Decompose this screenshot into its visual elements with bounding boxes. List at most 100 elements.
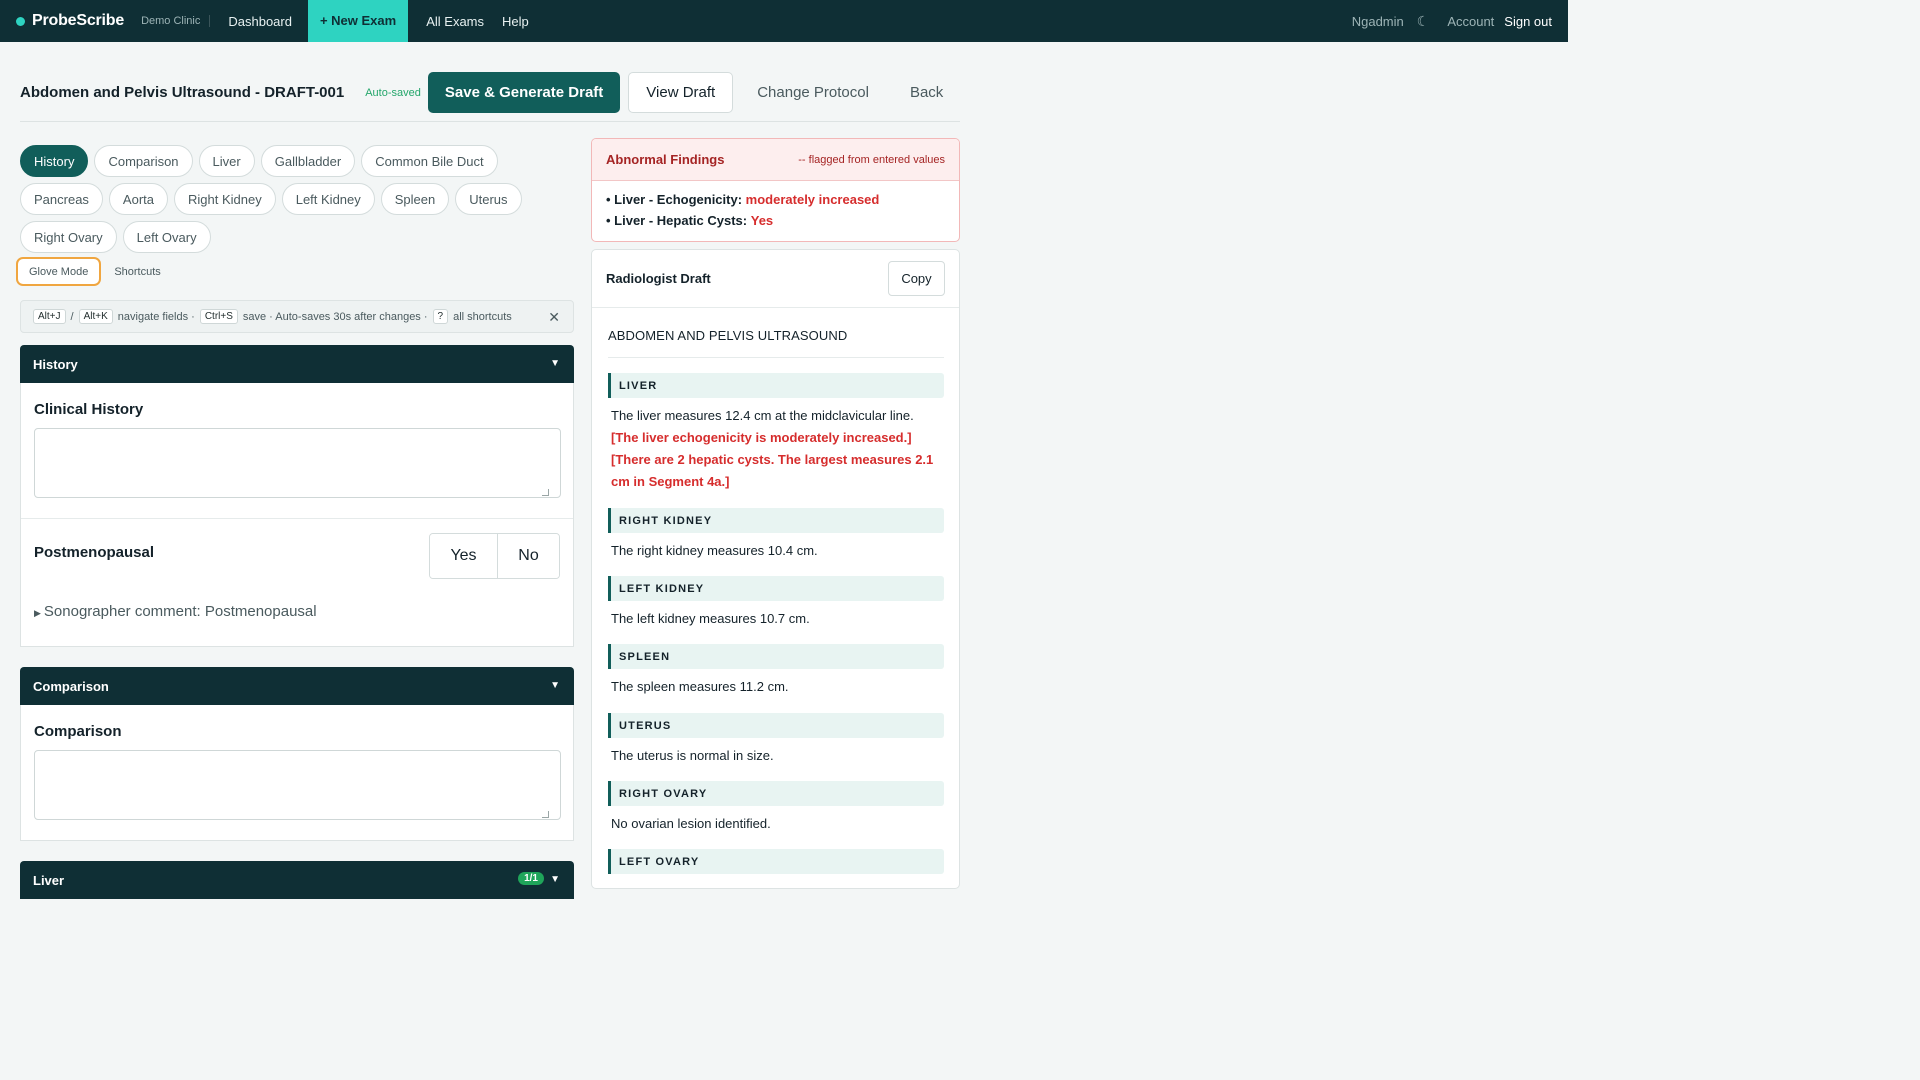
abnormal-finding-item: • Liver - Hepatic Cysts: Yes <box>606 213 774 228</box>
report-section-heading-right-kidney: RIGHT KIDNEY <box>608 508 944 533</box>
field-divider <box>21 518 573 519</box>
report-abnormal-line: [The liver echogenicity is moderately in… <box>611 430 912 445</box>
abnormal-finding-value: Yes <box>750 213 774 228</box>
section-chip-spleen[interactable]: Spleen <box>380 183 450 215</box>
brand[interactable]: ProbeScribe <box>16 12 124 30</box>
abnormal-finding-label: Liver - Hepatic Cysts: <box>614 213 748 228</box>
chevron-down-icon: ▼ <box>550 680 560 691</box>
section-chip-right-ovary[interactable]: Right Ovary <box>20 221 117 253</box>
header-divider <box>20 121 960 122</box>
kbd-next-field: Alt+J <box>33 309 66 324</box>
view-draft-button[interactable]: View Draft <box>628 72 734 113</box>
report-line: The left kidney measures 10.7 cm. <box>611 611 810 626</box>
report-line: No ovarian lesion identified. <box>611 816 771 831</box>
back-button[interactable]: Back <box>910 84 943 101</box>
nav-dashboard[interactable]: Dashboard <box>228 14 292 29</box>
section-chip-left-kidney[interactable]: Left Kidney <box>281 183 375 215</box>
report-section-heading-left-kidney: LEFT KIDNEY <box>608 576 944 601</box>
theme-toggle-moon-icon[interactable]: ☾ <box>1417 13 1430 30</box>
resize-handle-icon[interactable] <box>542 489 549 496</box>
caret-right-icon: ▶ <box>34 608 41 618</box>
copy-draft-button[interactable]: Copy <box>888 261 945 296</box>
nav-account[interactable]: Account <box>1447 14 1494 29</box>
hint-all-shortcuts-text: all shortcuts <box>453 310 512 323</box>
comparison-input[interactable] <box>34 750 561 820</box>
sonographer-comment-label: Sonographer comment: Postmenopausal <box>43 603 317 620</box>
report-line: The liver measures 12.4 cm at the midcla… <box>611 408 914 423</box>
radiologist-draft-card: Radiologist Draft Copy ABDOMEN AND PELVI… <box>591 249 960 889</box>
panel-header-comparison[interactable]: Comparison ▼ <box>20 667 574 705</box>
report-section-heading-uterus: UTERUS <box>608 713 944 738</box>
nav-help[interactable]: Help <box>502 14 529 29</box>
clinical-history-input[interactable] <box>34 428 561 498</box>
report-line: The spleen measures 11.2 cm. <box>611 679 789 694</box>
shortcut-hint-bar: Alt+J / Alt+K navigate fields · Ctrl+S s… <box>20 300 574 333</box>
abnormal-finding-item: • Liver - Echogenicity: moderately incre… <box>606 192 880 207</box>
draft-title: Radiologist Draft <box>606 271 711 286</box>
panel-title-comparison: Comparison <box>33 678 109 694</box>
section-nav: History Comparison Liver Gallbladder Com… <box>20 145 560 253</box>
close-icon[interactable]: ✕ <box>548 309 560 326</box>
input-tools: Glove Mode Shortcuts <box>16 257 161 286</box>
comparison-label: Comparison <box>34 723 122 740</box>
report-line: The right kidney measures 10.4 cm. <box>611 543 818 558</box>
panel-body-comparison: Comparison <box>20 705 574 841</box>
report-section-heading-spleen: SPLEEN <box>608 644 944 669</box>
report-line: The uterus is normal in size. <box>611 748 774 763</box>
section-chip-uterus[interactable]: Uterus <box>455 183 522 215</box>
kbd-help: ? <box>432 309 449 324</box>
section-chip-left-ovary[interactable]: Left Ovary <box>122 221 211 253</box>
nav-all-exams[interactable]: All Exams <box>426 14 484 29</box>
chevron-down-icon: ▼ <box>550 358 560 369</box>
abnormal-finding-value: moderately increased <box>745 192 880 207</box>
section-chip-common-bile-duct[interactable]: Common Bile Duct <box>361 145 498 177</box>
autosave-status: Auto-saved <box>365 86 421 99</box>
section-chip-comparison[interactable]: Comparison <box>94 145 193 177</box>
panel-body-history: Clinical History Postmenopausal Yes No ▶… <box>20 383 574 647</box>
chevron-down-icon: ▼ <box>550 874 560 885</box>
exam-header: Abdomen and Pelvis Ultrasound - DRAFT-00… <box>20 72 960 113</box>
postmenopausal-label: Postmenopausal <box>34 544 155 561</box>
save-generate-draft-button[interactable]: Save & Generate Draft <box>427 72 621 113</box>
report-abnormal-line: [There are 2 hepatic cysts. The largest … <box>611 452 934 489</box>
postmenopausal-yes-button[interactable]: Yes <box>430 534 497 578</box>
kbd-prev-field: Alt+K <box>78 309 113 324</box>
report-section-heading-left-ovary: LEFT OVARY <box>608 849 944 874</box>
report-title: ABDOMEN AND PELVIS ULTRASOUND <box>608 328 848 343</box>
panel-header-liver[interactable]: Liver 1/1 ▼ <box>20 861 574 899</box>
section-chip-history[interactable]: History <box>20 145 89 177</box>
nav-new-exam-button[interactable]: + New Exam <box>307 0 409 42</box>
section-chip-gallbladder[interactable]: Gallbladder <box>260 145 356 177</box>
abnormal-findings-list: • Liver - Echogenicity: moderately incre… <box>592 181 959 231</box>
user-name: Ngadmin <box>1351 13 1404 29</box>
abnormal-findings-card: Abnormal Findings -- flagged from entere… <box>591 138 960 242</box>
clinical-history-label: Clinical History <box>34 401 144 418</box>
postmenopausal-toggle: Yes No <box>429 533 560 579</box>
abnormal-findings-title: Abnormal Findings <box>606 152 725 167</box>
section-chip-liver[interactable]: Liver <box>198 145 255 177</box>
resize-handle-icon[interactable] <box>542 811 549 818</box>
shortcuts-button[interactable]: Shortcuts <box>114 266 160 278</box>
panel-title-history: History <box>33 356 78 372</box>
postmenopausal-no-button[interactable]: No <box>497 534 559 578</box>
brand-logo-icon <box>16 16 25 26</box>
report-section-heading-right-ovary: RIGHT OVARY <box>608 781 944 806</box>
section-chip-right-kidney[interactable]: Right Kidney <box>174 183 276 215</box>
page-title: Abdomen and Pelvis Ultrasound - DRAFT-00… <box>20 84 345 101</box>
top-navbar: ProbeScribe Demo Clinic Dashboard + New … <box>0 0 1568 42</box>
brand-name: ProbeScribe <box>32 12 125 29</box>
section-chip-aorta[interactable]: Aorta <box>108 183 168 215</box>
report-section-heading-liver: LIVER <box>608 373 944 398</box>
abnormal-findings-header: Abnormal Findings -- flagged from entere… <box>592 139 959 181</box>
report-section-text-liver: The liver measures 12.4 cm at the midcla… <box>611 405 941 493</box>
section-chip-pancreas[interactable]: Pancreas <box>20 183 103 215</box>
panel-title-liver: Liver <box>33 872 65 888</box>
report-divider <box>608 357 944 358</box>
nav-sign-out[interactable]: Sign out <box>1504 14 1552 29</box>
sonographer-comment-toggle[interactable]: ▶ Sonographer comment: Postmenopausal <box>34 603 317 620</box>
kbd-separator: / <box>70 310 74 323</box>
glove-mode-button[interactable]: Glove Mode <box>16 257 102 286</box>
clinic-name: Demo Clinic <box>141 15 211 27</box>
panel-header-history[interactable]: History ▼ <box>20 345 574 383</box>
change-protocol-button[interactable]: Change Protocol <box>757 84 869 101</box>
